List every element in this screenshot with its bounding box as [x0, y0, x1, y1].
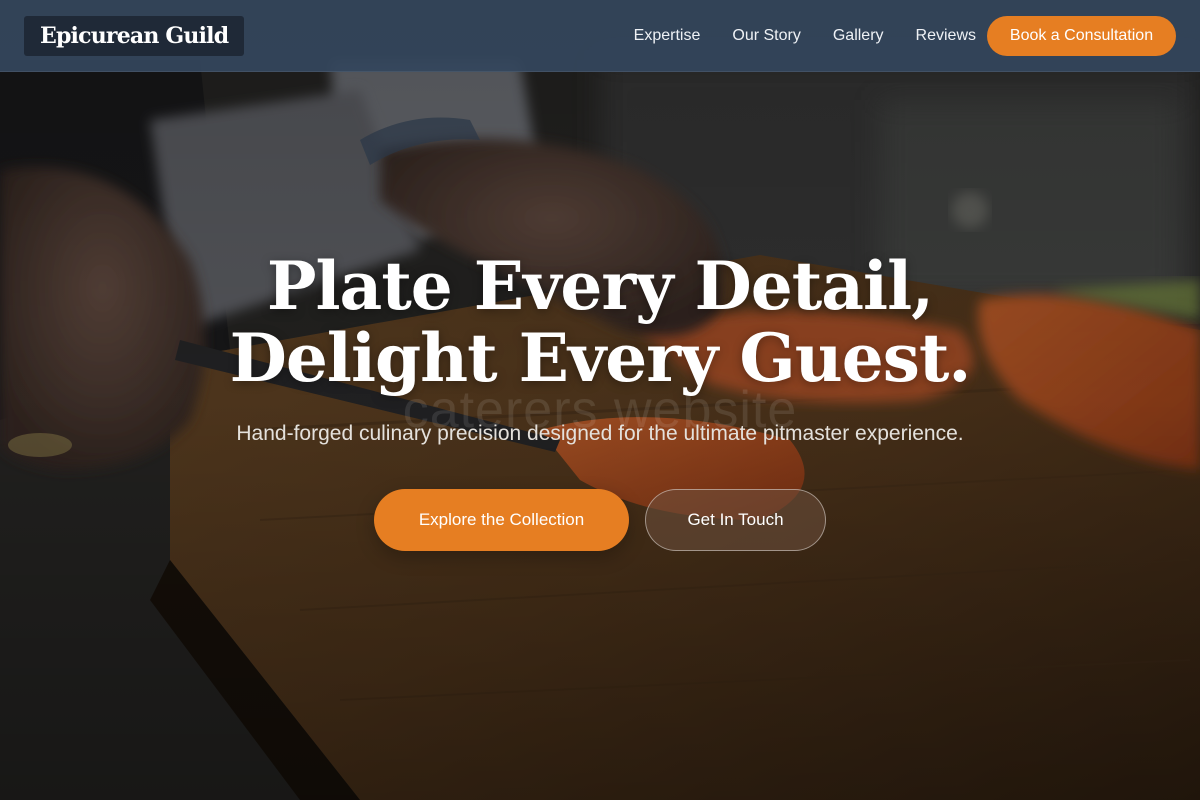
hero-title: Plate Every Detail, Delight Every Guest. — [0, 250, 1200, 394]
hero-subtitle: Hand-forged culinary precision designed … — [236, 422, 964, 445]
nav-link-reviews[interactable]: Reviews — [916, 27, 976, 45]
nav-link-expertise[interactable]: Expertise — [634, 27, 701, 45]
primary-nav: Expertise Our Story Gallery Reviews — [634, 0, 976, 72]
hero-title-line-1: Plate Every Detail, — [266, 247, 934, 325]
hero-title-line-2: Delight Every Guest. — [229, 319, 972, 397]
book-consultation-button[interactable]: Book a Consultation — [987, 16, 1176, 56]
landing-page: caterers website Epicurean Guild Experti… — [0, 0, 1200, 800]
brand-logo[interactable]: Epicurean Guild — [24, 16, 245, 56]
explore-collection-button[interactable]: Explore the Collection — [374, 489, 629, 551]
hero-background-image — [0, 0, 1200, 800]
top-navbar: Epicurean Guild Expertise Our Story Gall… — [0, 0, 1200, 72]
nav-link-gallery[interactable]: Gallery — [833, 27, 884, 45]
nav-link-our-story[interactable]: Our Story — [732, 27, 800, 45]
get-in-touch-button[interactable]: Get In Touch — [645, 489, 826, 551]
